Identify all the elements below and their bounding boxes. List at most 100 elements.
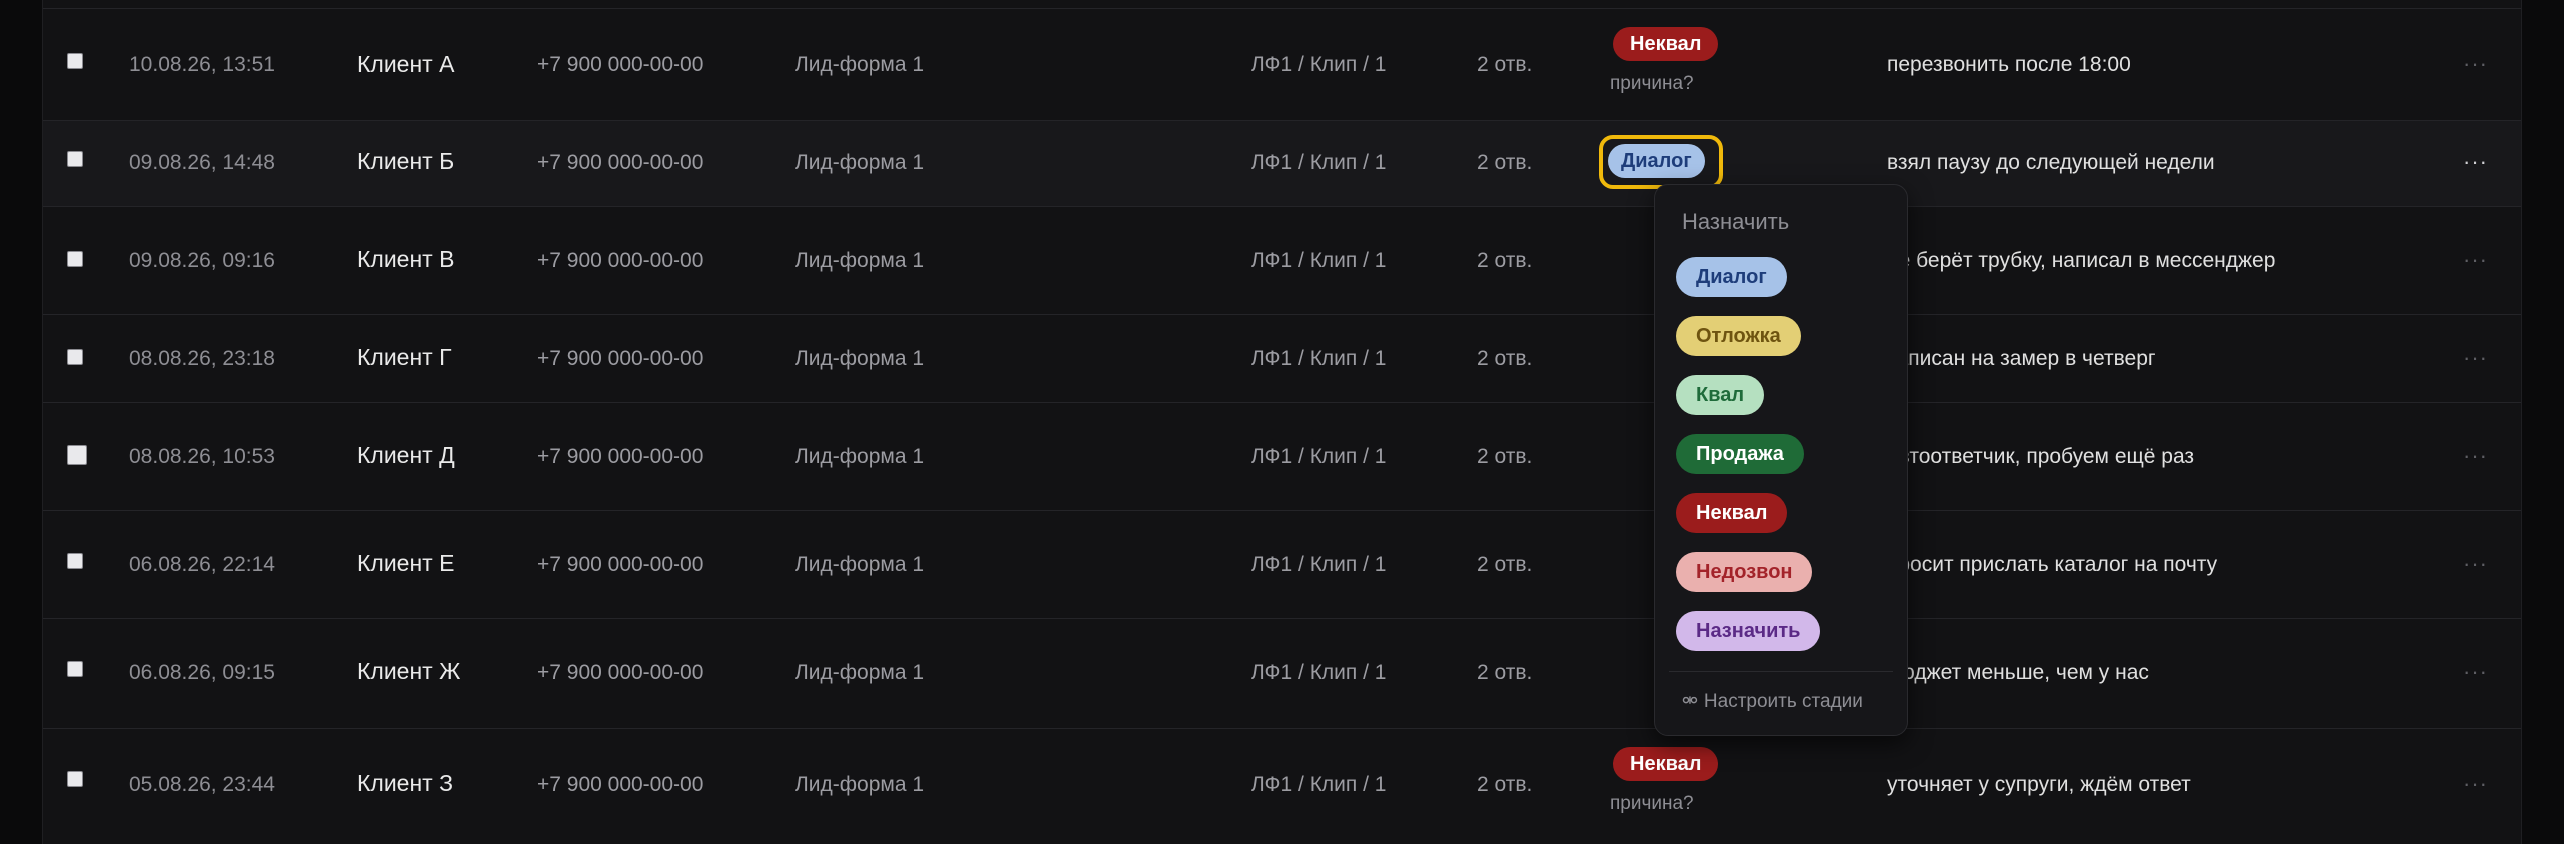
reason-link[interactable]: причина? [1610, 73, 1694, 95]
lead-name[interactable]: Клиент Б [357, 148, 454, 175]
lead-form: Лид-форма 1 [795, 445, 925, 468]
lead-phone[interactable]: +7 900 000-00-00 [537, 773, 703, 797]
more-icon[interactable]: ··· [2463, 443, 2488, 469]
status-badge[interactable]: Неквал [1613, 747, 1719, 781]
lead-phone[interactable]: +7 900 000-00-00 [537, 553, 703, 577]
lead-note[interactable]: записан на замер в четверг [1887, 347, 2156, 371]
lead-date: 05.08.26, 23:44 [129, 773, 275, 796]
lead-date: 08.08.26, 10:53 [129, 445, 275, 468]
settings-icon: ⚮ [1682, 691, 1698, 712]
lead-phone[interactable]: +7 900 000-00-00 [537, 151, 703, 175]
lead-answers[interactable]: 2 отв. [1477, 347, 1532, 371]
more-icon[interactable]: ··· [2463, 149, 2488, 175]
lead-answers[interactable]: 2 отв. [1477, 773, 1532, 797]
more-icon[interactable]: ··· [2463, 551, 2488, 577]
lead-source: ЛФ1 / Клип / 1 [1251, 445, 1387, 468]
lead-phone[interactable]: +7 900 000-00-00 [537, 445, 703, 469]
lead-note[interactable]: не берёт трубку, написал в мессенджер [1887, 249, 2275, 273]
lead-date: 09.08.26, 14:48 [129, 151, 275, 174]
lead-note[interactable]: автоответчик, пробуем ещё раз [1887, 445, 2194, 469]
row-checkbox[interactable] [67, 553, 83, 569]
stage-option-no-answer[interactable]: Недозвон [1676, 552, 1813, 592]
configure-stages-label: Настроить стадии [1703, 691, 1863, 712]
lead-name[interactable]: Клиент Г [357, 344, 452, 371]
lead-note[interactable]: перезвонить после 18:00 [1887, 53, 2131, 77]
more-icon[interactable]: ··· [2463, 659, 2488, 685]
lead-answers[interactable]: 2 отв. [1477, 249, 1532, 273]
more-icon[interactable]: ··· [2463, 51, 2488, 77]
lead-form: Лид-форма 1 [795, 661, 925, 684]
lead-note[interactable]: взял паузу до следующей недели [1887, 151, 2215, 175]
table-row[interactable]: 09.08.26, 14:48 Клиент Б +7 900 000-00-0… [43, 120, 2521, 206]
lead-date: 06.08.26, 22:14 [129, 553, 275, 576]
dropdown-title: Назначить [1682, 209, 1790, 234]
configure-stages-link[interactable]: ⚮ Настроить стадии [1682, 690, 1863, 713]
lead-name[interactable]: Клиент Д [357, 442, 455, 469]
stage-option-unqualified[interactable]: Неквал [1676, 493, 1788, 533]
more-icon[interactable]: ··· [2463, 771, 2488, 797]
stage-option-deferred[interactable]: Отложка [1676, 316, 1801, 356]
lead-source: ЛФ1 / Клип / 1 [1251, 661, 1387, 684]
stage-option-qualified[interactable]: Квал [1676, 375, 1765, 415]
lead-source: ЛФ1 / Клип / 1 [1251, 53, 1387, 76]
more-icon[interactable]: ··· [2463, 247, 2488, 273]
stage-option-sale[interactable]: Продажа [1676, 434, 1804, 474]
status-selector[interactable]: Диалог [1599, 135, 1723, 189]
dropdown-divider [1669, 671, 1893, 672]
row-checkbox[interactable] [67, 251, 83, 267]
lead-phone[interactable]: +7 900 000-00-00 [537, 249, 703, 273]
lead-phone[interactable]: +7 900 000-00-00 [537, 661, 703, 685]
lead-source: ЛФ1 / Клип / 1 [1251, 249, 1387, 272]
table-row[interactable]: 06.08.26, 09:15 Клиент Ж +7 900 000-00-0… [43, 618, 2521, 728]
lead-source: ЛФ1 / Клип / 1 [1251, 347, 1387, 370]
lead-name[interactable]: Клиент А [357, 51, 454, 78]
lead-note[interactable]: просит прислать каталог на почту [1887, 553, 2217, 577]
stage-dropdown: Назначить Диалог Отложка Квал Продажа Не… [1654, 184, 1908, 736]
lead-form: Лид-форма 1 [795, 773, 925, 796]
lead-form: Лид-форма 1 [795, 151, 925, 174]
reason-link[interactable]: причина? [1610, 793, 1694, 815]
lead-answers[interactable]: 2 отв. [1477, 661, 1532, 685]
row-checkbox[interactable] [67, 53, 83, 69]
lead-form: Лид-форма 1 [795, 553, 925, 576]
lead-note[interactable]: бюджет меньше, чем у нас [1887, 661, 2149, 685]
stage-option-assign[interactable]: Назначить [1676, 611, 1821, 651]
lead-form: Лид-форма 1 [795, 249, 925, 272]
lead-answers[interactable]: 2 отв. [1477, 53, 1532, 77]
lead-answers[interactable]: 2 отв. [1477, 553, 1532, 577]
row-checkbox[interactable] [67, 445, 87, 465]
lead-date: 09.08.26, 09:16 [129, 249, 275, 272]
lead-date: 06.08.26, 09:15 [129, 661, 275, 684]
row-checkbox[interactable] [67, 661, 83, 677]
status-badge[interactable]: Неквал [1613, 27, 1719, 61]
row-checkbox[interactable] [67, 151, 83, 167]
table-row[interactable]: 08.08.26, 10:53 Клиент Д +7 900 000-00-0… [43, 402, 2521, 510]
lead-name[interactable]: Клиент Ж [357, 658, 460, 685]
lead-date: 08.08.26, 23:18 [129, 347, 275, 370]
lead-form: Лид-форма 1 [795, 53, 925, 76]
table-row[interactable]: 10.08.26, 13:51 Клиент А +7 900 000-00-0… [43, 8, 2521, 120]
lead-form: Лид-форма 1 [795, 347, 925, 370]
lead-answers[interactable]: 2 отв. [1477, 151, 1532, 175]
row-checkbox[interactable] [67, 771, 83, 787]
lead-name[interactable]: Клиент З [357, 770, 453, 797]
lead-phone[interactable]: +7 900 000-00-00 [537, 347, 703, 371]
lead-source: ЛФ1 / Клип / 1 [1251, 553, 1387, 576]
leads-table: 10.08.26, 13:51 Клиент А +7 900 000-00-0… [42, 0, 2522, 844]
more-icon[interactable]: ··· [2463, 345, 2488, 371]
lead-phone[interactable]: +7 900 000-00-00 [537, 53, 703, 77]
table-row[interactable]: 08.08.26, 23:18 Клиент Г +7 900 000-00-0… [43, 314, 2521, 402]
lead-note[interactable]: уточняет у супруги, ждём ответ [1887, 773, 2191, 797]
table-row[interactable]: 06.08.26, 22:14 Клиент Е +7 900 000-00-0… [43, 510, 2521, 618]
lead-date: 10.08.26, 13:51 [129, 53, 275, 76]
lead-answers[interactable]: 2 отв. [1477, 445, 1532, 469]
lead-source: ЛФ1 / Клип / 1 [1251, 151, 1387, 174]
row-checkbox[interactable] [67, 349, 83, 365]
table-row[interactable]: 05.08.26, 23:44 Клиент З +7 900 000-00-0… [43, 728, 2521, 838]
status-badge-selected[interactable]: Диалог [1608, 144, 1705, 178]
lead-source: ЛФ1 / Клип / 1 [1251, 773, 1387, 796]
lead-name[interactable]: Клиент В [357, 246, 454, 273]
lead-name[interactable]: Клиент Е [357, 550, 454, 577]
stage-option-dialog[interactable]: Диалог [1676, 257, 1787, 297]
table-row[interactable]: 09.08.26, 09:16 Клиент В +7 900 000-00-0… [43, 206, 2521, 314]
